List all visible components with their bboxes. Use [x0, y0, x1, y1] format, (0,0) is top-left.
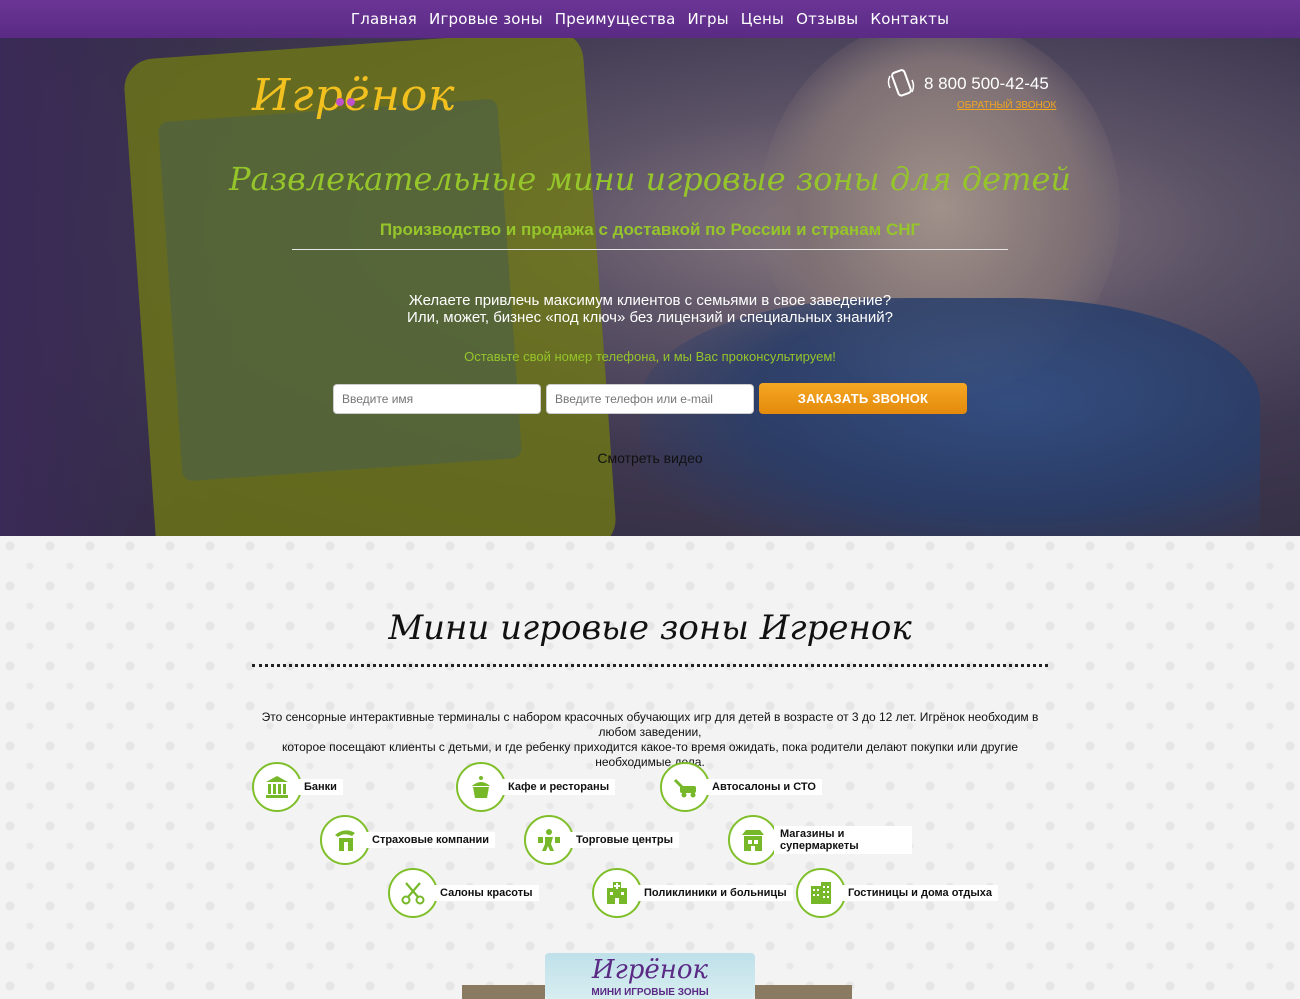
category-label: Поликлиники и больницы: [638, 885, 793, 901]
category-label: Торговые центры: [570, 832, 679, 848]
logo[interactable]: Игрёнок: [252, 70, 456, 121]
nav-link-reviews[interactable]: Отзывы: [796, 10, 858, 28]
hospital-icon: [592, 868, 642, 918]
promo-subtitle: МИНИ ИГРОВЫЕ ЗОНЫ: [591, 987, 709, 998]
category-car-dealers: Автосалоны и СТО: [660, 762, 822, 812]
order-call-button[interactable]: ЗАКАЗАТЬ ЗВОНОК: [759, 383, 967, 414]
hero-hint: Оставьте свой номер телефона, и мы Вас п…: [464, 349, 836, 364]
car-wrench-icon: [660, 762, 710, 812]
section-description: Это сенсорные интерактивные терминалы с …: [260, 710, 1040, 770]
name-input[interactable]: [333, 384, 541, 414]
category-label: Страховые компании: [366, 832, 496, 848]
phone-number[interactable]: 8 800 500-42-45: [924, 74, 1049, 94]
category-label: Гостиницы и дома отдыха: [842, 885, 998, 901]
hotel-icon: [796, 868, 846, 918]
hero-question-line-2: Или, может, бизнес «под ключ» без лиценз…: [407, 309, 893, 326]
section-divider: [252, 664, 1048, 667]
promo-preview-right: [755, 985, 852, 999]
promo-title: Игрёнок: [591, 955, 709, 985]
hero-question-line-1: Желаете привлечь максимум клиентов с сем…: [408, 292, 892, 309]
play-zones-section: Мини игровые зоны Игренок Это сенсорные …: [0, 536, 1300, 999]
hero-title: Развлекательные мини игровые зоны для де…: [229, 160, 1071, 198]
section-description-line-1: Это сенсорные интерактивные терминалы с …: [261, 710, 1039, 739]
category-label: Кафе и рестораны: [502, 779, 616, 795]
nav-link-advantages[interactable]: Преимущества: [555, 10, 676, 28]
promo-video-preview[interactable]: Игрёнок МИНИ ИГРОВЫЕ ЗОНЫ: [545, 953, 755, 999]
cupcake-icon: [456, 762, 506, 812]
nav-link-home[interactable]: Главная: [351, 10, 417, 28]
category-clinics: Поликлиники и больницы: [592, 868, 793, 918]
hero-child-shirt: [640, 298, 1260, 536]
category-malls: Торговые центры: [524, 815, 679, 865]
category-label: Банки: [298, 779, 343, 795]
category-hotels: Гостиницы и дома отдыха: [796, 868, 998, 918]
category-label: Салоны красоты: [434, 885, 539, 901]
phone-email-input[interactable]: [546, 384, 754, 414]
section-description-line-2: которое посещают клиенты с детьми, и где…: [281, 740, 1019, 769]
shopping-person-icon: [524, 815, 574, 865]
nav-link-prices[interactable]: Цены: [741, 10, 784, 28]
nav-link-play-zones[interactable]: Игровые зоны: [429, 10, 543, 28]
section-title: Мини игровые зоны Игренок: [388, 608, 912, 648]
category-cafes: Кафе и рестораны: [456, 762, 616, 812]
hero-subtitle: Производство и продажа с доставкой по Ро…: [379, 220, 921, 239]
category-label: Магазины и супермаркеты: [774, 826, 912, 854]
category-stores: Магазины и супермаркеты: [728, 815, 912, 865]
store-icon: [728, 815, 778, 865]
category-banks: Банки: [252, 762, 343, 812]
promo-preview-left: [462, 985, 545, 999]
insurance-icon: [320, 815, 370, 865]
logo-dots: [336, 66, 358, 106]
bank-icon: [252, 762, 302, 812]
watch-video-link[interactable]: Смотреть видео: [0, 450, 1300, 466]
category-beauty-salons: Салоны красоты: [388, 868, 539, 918]
scissors-icon: [388, 868, 438, 918]
nav-link-contacts[interactable]: Контакты: [870, 10, 949, 28]
callback-link[interactable]: ОБРАТНЫЙ ЗВОНОК: [957, 100, 1056, 111]
category-label: Автосалоны и СТО: [706, 779, 822, 795]
phone-icon: [887, 69, 915, 97]
top-navigation: Главная Игровые зоны Преимущества Игры Ц…: [0, 0, 1300, 38]
category-insurance: Страховые компании: [320, 815, 496, 865]
hero-divider: [292, 249, 1008, 250]
hero-terminal-screen: [157, 98, 523, 482]
hero-question: Желаете привлечь максимум клиентов с сем…: [0, 292, 1300, 326]
nav-link-games[interactable]: Игры: [687, 10, 728, 28]
logo-text: Игрёнок: [252, 70, 456, 121]
